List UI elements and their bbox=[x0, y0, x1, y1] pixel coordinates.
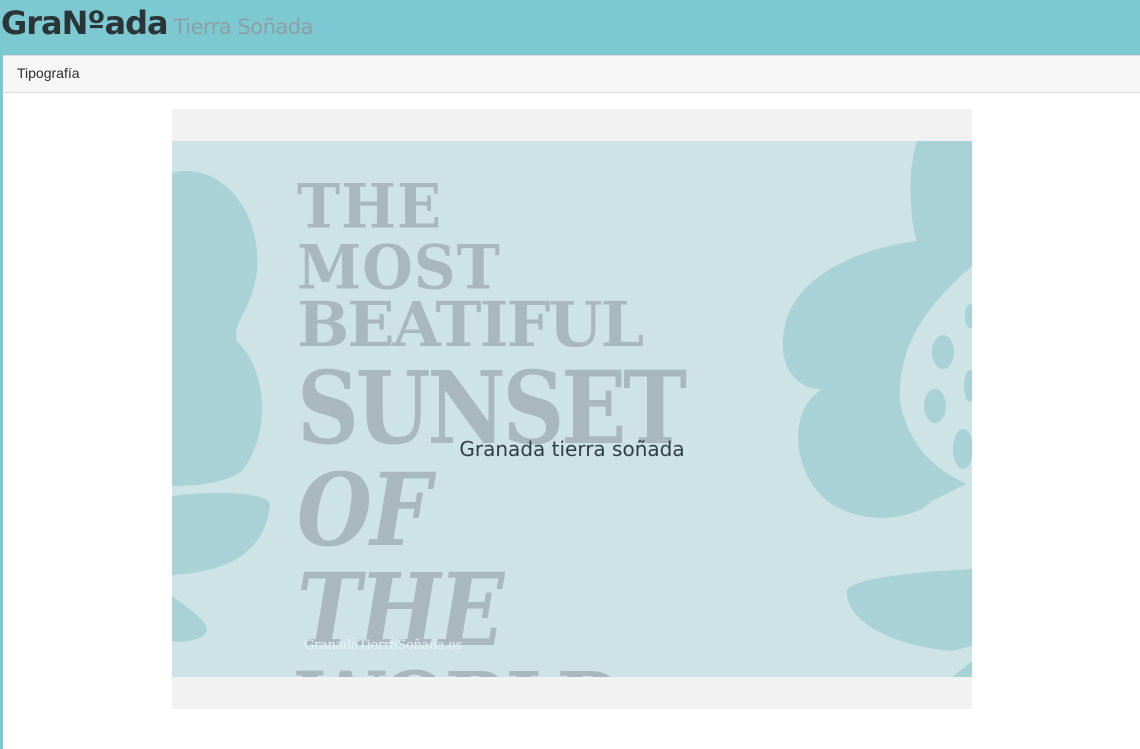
poster-image: THE MOST BEATIFUL SUNSET OF THE WORLD Gr… bbox=[172, 141, 972, 677]
logo-subtitle: Tierra Soñada bbox=[173, 15, 314, 39]
poster-line-4: OF THE bbox=[297, 451, 504, 669]
poster-line-1: THE MOST bbox=[297, 170, 501, 304]
slideshow-panel: THE MOST BEATIFUL SUNSET OF THE WORLD Gr… bbox=[172, 109, 972, 709]
poster-url: GranadaTierraSoñada.es bbox=[304, 638, 463, 653]
logo-title: GraNºada bbox=[1, 4, 169, 42]
slide-caption: Granada tierra soñada bbox=[459, 437, 685, 461]
poster-title: THE MOST BEATIFUL SUNSET OF THE WORLD bbox=[297, 170, 687, 677]
site-logo[interactable]: GraNºada Tierra Soñada bbox=[1, 3, 314, 43]
poster-line-2: BEATIFUL bbox=[297, 288, 644, 361]
header-bar: GraNºada Tierra Soñada bbox=[0, 0, 1140, 55]
nav-item-tipografia[interactable]: Tipografía bbox=[17, 65, 80, 81]
poster-line-5: WORLD bbox=[297, 662, 624, 677]
nav-bar: Tipografía bbox=[3, 55, 1140, 93]
left-accent-line bbox=[0, 55, 3, 749]
